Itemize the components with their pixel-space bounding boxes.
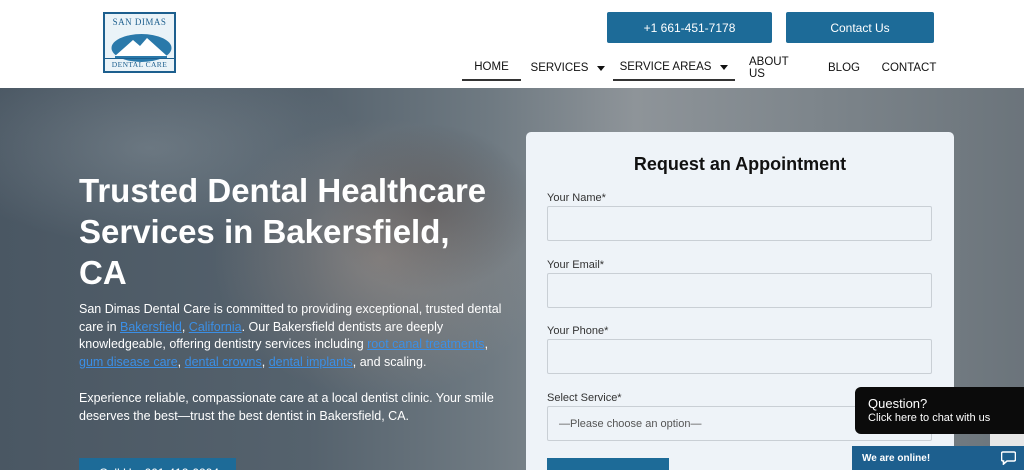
nav-home-label: HOME xyxy=(474,61,509,73)
email-input[interactable] xyxy=(547,273,932,308)
nav-item-home[interactable]: HOME xyxy=(462,55,521,81)
phone-button[interactable]: +1 661-451-7178 xyxy=(607,12,772,43)
chat-online-bar[interactable]: We are online! xyxy=(852,446,1024,470)
hero-call-button[interactable]: Call Us: 661-412-0294 xyxy=(79,458,236,470)
nav-item-services[interactable]: SERVICES xyxy=(531,55,606,81)
nav-services-label: SERVICES xyxy=(530,62,589,74)
phone-input[interactable] xyxy=(547,339,932,374)
form-title: Request an Appointment xyxy=(633,154,847,174)
chevron-down-icon xyxy=(720,64,729,70)
logo-bottom-text: DENTAL CARE xyxy=(105,58,174,69)
nav-contact-label: CONTACT xyxy=(881,62,937,74)
chat-prompt-text: Click here to chat with us xyxy=(868,412,991,424)
nav-item-blog[interactable]: BLOG xyxy=(828,55,860,81)
service-select-placeholder: —Please choose an option— xyxy=(559,417,702,430)
hero-intro-paragraph: San Dimas Dental Care is committed to pr… xyxy=(79,301,504,371)
intro-sep-1: , xyxy=(484,337,489,351)
intro-comma: , xyxy=(181,319,189,334)
logo-top-text: SAN DIMAS xyxy=(112,17,167,27)
name-label: Your Name* xyxy=(547,192,606,204)
nav-blog-label: BLOG xyxy=(828,62,860,74)
nav-item-contact[interactable]: CONTACT xyxy=(881,55,937,81)
submit-button[interactable] xyxy=(547,458,669,470)
site-header: SAN DIMAS DENTAL CARE +1 661-451-7178 Co… xyxy=(0,0,1024,88)
chat-bubble-icon xyxy=(1001,451,1016,465)
chevron-down-icon xyxy=(597,65,606,71)
chat-online-text: We are online! xyxy=(862,452,931,464)
contact-us-button[interactable]: Contact Us xyxy=(786,12,934,43)
email-label: Your Email* xyxy=(547,259,605,271)
site-logo[interactable]: SAN DIMAS DENTAL CARE xyxy=(103,12,176,73)
link-gum-disease[interactable]: gum disease care xyxy=(79,355,178,369)
hero-secondary-paragraph: Experience reliable, compassionate care … xyxy=(79,391,494,423)
intro-sep-2: , xyxy=(177,354,185,369)
name-input[interactable] xyxy=(547,206,932,241)
intro-text-c: , and scaling. xyxy=(352,354,427,369)
nav-service-areas-label: SERVICE AREAS xyxy=(619,61,712,73)
service-label: Select Service* xyxy=(547,392,622,404)
phone-label: Your Phone* xyxy=(547,325,609,337)
nav-item-about[interactable]: ABOUT US xyxy=(749,55,805,81)
link-dental-crowns[interactable]: dental crowns xyxy=(185,355,262,369)
nav-item-service-areas[interactable]: SERVICE AREAS xyxy=(613,55,735,81)
link-root-canal[interactable]: root canal treatments xyxy=(367,337,484,351)
chat-question-text: Question? xyxy=(868,396,928,411)
nav-about-label: ABOUT US xyxy=(749,56,789,80)
link-dental-implants[interactable]: dental implants xyxy=(269,355,353,369)
link-california[interactable]: California xyxy=(189,320,242,334)
link-bakersfield[interactable]: Bakersfield xyxy=(120,320,182,334)
intro-sep-3: , xyxy=(261,354,269,369)
hero-heading: Trusted Dental Healthcare Services in Ba… xyxy=(79,172,487,291)
chat-invite-bubble[interactable]: Question? Click here to chat with us xyxy=(855,387,1024,434)
